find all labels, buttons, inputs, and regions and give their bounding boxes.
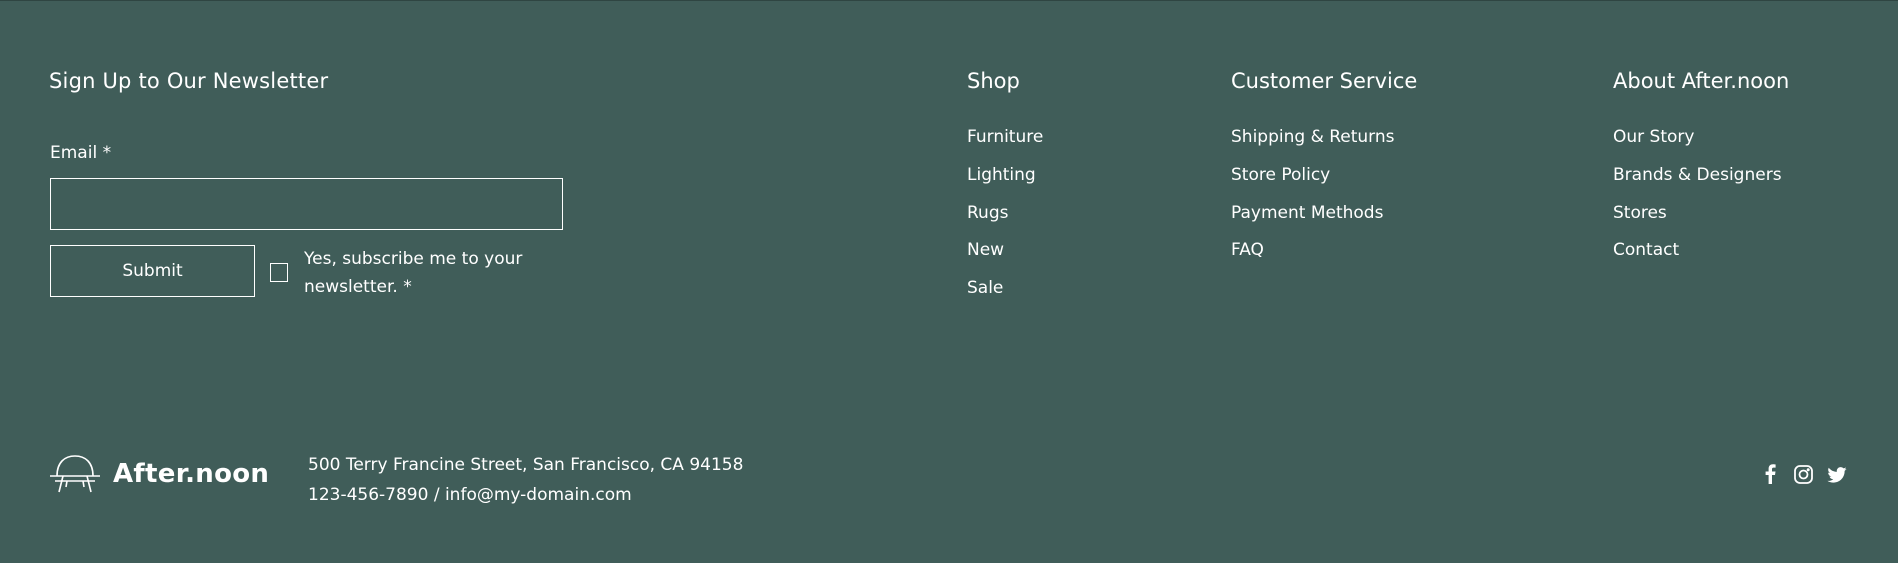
email-label: Email *	[50, 143, 112, 163]
address-text: 500 Terry Francine Street, San Francisco…	[308, 455, 744, 475]
contact-info: 500 Terry Francine Street, San Francisco…	[308, 450, 743, 510]
phone-email-text[interactable]: 123-456-7890 / info@my-domain.com	[308, 480, 743, 510]
chair-icon[interactable]	[49, 454, 101, 498]
newsletter-title: Sign Up to Our Newsletter	[49, 69, 329, 93]
about-title: About After.noon	[1613, 69, 1790, 93]
instagram-icon[interactable]	[1794, 465, 1813, 488]
shop-link-furniture[interactable]: Furniture	[967, 129, 1043, 146]
shop-title: Shop	[967, 69, 1020, 93]
shop-link-sale[interactable]: Sale	[967, 280, 1003, 297]
about-link-our-story[interactable]: Our Story	[1613, 129, 1694, 146]
subscribe-label: Yes, subscribe me to your newsletter. *	[304, 249, 523, 297]
shop-link-lighting[interactable]: Lighting	[967, 167, 1036, 184]
cs-link-shipping[interactable]: Shipping & Returns	[1231, 129, 1395, 146]
facebook-icon[interactable]	[1764, 464, 1776, 488]
email-field[interactable]	[50, 178, 563, 230]
twitter-icon[interactable]	[1827, 467, 1847, 487]
about-link-stores[interactable]: Stores	[1613, 205, 1667, 222]
customer-service-title: Customer Service	[1231, 69, 1418, 93]
about-link-contact[interactable]: Contact	[1613, 242, 1679, 259]
submit-button[interactable]: Submit	[50, 245, 255, 297]
about-link-brands[interactable]: Brands & Designers	[1613, 167, 1782, 184]
cs-link-faq[interactable]: FAQ	[1231, 242, 1264, 259]
cs-link-store-policy[interactable]: Store Policy	[1231, 167, 1330, 184]
shop-link-rugs[interactable]: Rugs	[967, 205, 1008, 222]
cs-link-payment[interactable]: Payment Methods	[1231, 205, 1383, 222]
brand-name[interactable]: After.noon	[113, 459, 269, 489]
shop-link-new[interactable]: New	[967, 242, 1004, 259]
subscribe-checkbox[interactable]	[270, 263, 288, 282]
